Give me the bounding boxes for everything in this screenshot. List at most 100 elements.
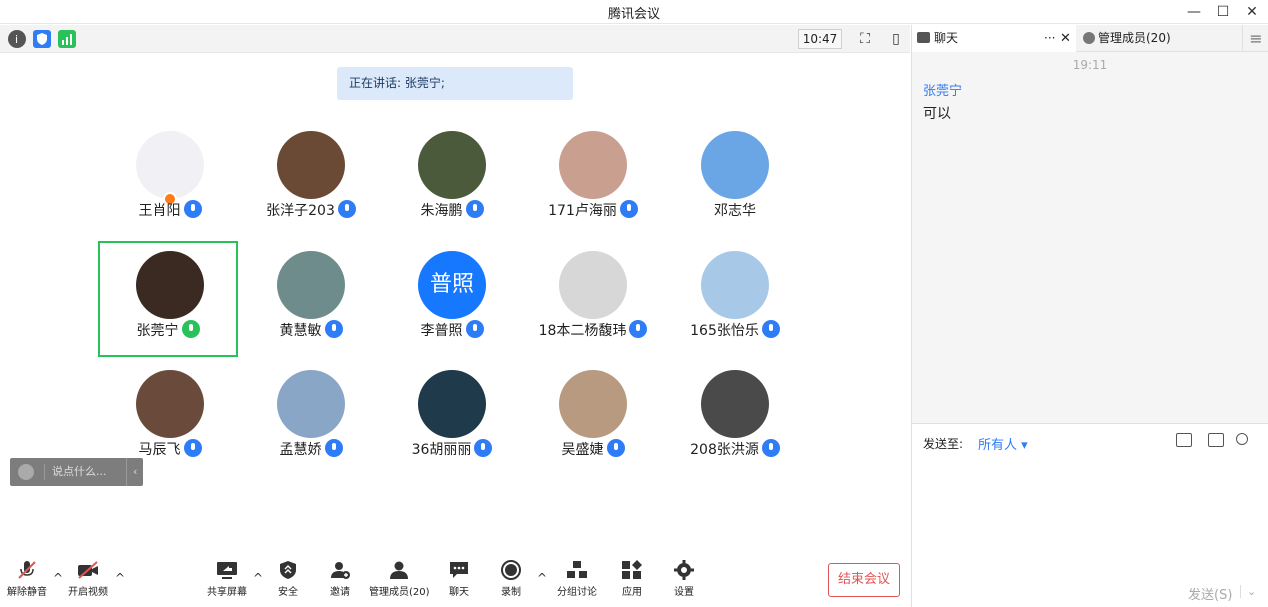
member-tab-icon <box>1083 32 1095 44</box>
folder-icon[interactable] <box>1176 433 1192 447</box>
message-time: 19:11 <box>1072 58 1108 72</box>
share-screen-icon <box>216 560 238 580</box>
divider <box>44 464 45 480</box>
avatar-text: 普照 <box>429 272 474 297</box>
participant-tile[interactable]: 18本二杨馥玮 <box>523 243 663 359</box>
settings-label: 设置 <box>674 587 694 598</box>
participant-tile[interactable]: 普照 李普照 <box>382 243 522 359</box>
avatar <box>277 251 345 319</box>
mention-user-icon[interactable] <box>1236 433 1248 445</box>
participant-tile[interactable]: 吴盛婕 <box>523 362 663 478</box>
avatar <box>559 370 627 438</box>
mic-icon <box>183 439 202 457</box>
send-button[interactable]: 发送(S) <box>1188 584 1232 603</box>
tab-chat[interactable]: 聊天 ··· ✕ <box>912 25 1076 52</box>
participant-name-line: 马辰飞 <box>100 439 240 459</box>
chat-button[interactable]: 聊天 <box>446 560 472 598</box>
avatar <box>277 370 345 438</box>
invite-button[interactable]: 邀请 <box>326 560 354 598</box>
send-options-chevron-icon[interactable]: ⌄ <box>1240 585 1256 598</box>
participant-name: 邓志华 <box>714 203 756 219</box>
video-options-chevron-icon[interactable]: ^ <box>115 571 125 585</box>
emoji-icon[interactable] <box>18 464 34 480</box>
participant-tile[interactable]: 黄慧敏 <box>241 243 381 359</box>
shield-icon[interactable] <box>33 30 51 48</box>
mic-options-chevron-icon[interactable]: ^ <box>53 571 63 585</box>
end-meeting-button[interactable]: 结束会议 <box>828 563 900 597</box>
participant-name: 朱海鹏 <box>420 203 463 219</box>
maximize-icon[interactable]: ☐ <box>1211 2 1235 22</box>
mic-icon <box>465 200 484 218</box>
mic-icon <box>619 200 638 218</box>
participant-name-line: 邓志华 <box>665 200 805 220</box>
apps-label: 应用 <box>622 587 642 598</box>
send-to-dropdown[interactable]: 所有人 ▾ <box>978 434 1028 453</box>
share-screen-button[interactable]: 共享屏幕 <box>205 560 249 598</box>
mic-icon <box>761 320 780 338</box>
participant-tile[interactable]: 36胡丽丽 <box>382 362 522 478</box>
apps-button[interactable]: 应用 <box>620 560 644 598</box>
mic-icon <box>337 200 356 218</box>
participant-name: 208张洪源 <box>690 442 759 458</box>
participant-tile[interactable]: 王肖阳 <box>100 123 240 239</box>
minimize-icon[interactable]: — <box>1182 2 1206 22</box>
avatar <box>559 251 627 319</box>
participant-tile[interactable]: 张莞宁 <box>98 241 238 357</box>
breakout-button[interactable]: 分组讨论 <box>556 560 598 598</box>
quick-chat-input[interactable]: 说点什么... <box>52 458 107 486</box>
start-video-button[interactable]: 开启视频 <box>67 560 109 598</box>
participant-name-line: 黄慧敏 <box>241 320 381 340</box>
record-button[interactable]: 录制 <box>498 560 524 598</box>
mic-icon <box>606 439 625 457</box>
message-sender[interactable]: 张莞宁 <box>923 80 962 99</box>
info-icon[interactable]: i <box>8 30 26 48</box>
participant-name-line: 张莞宁 <box>100 320 236 340</box>
close-icon[interactable]: ✕ <box>1240 2 1264 22</box>
quick-chat-bar[interactable]: 说点什么... ‹ <box>10 458 143 486</box>
settings-button[interactable]: 设置 <box>672 560 696 598</box>
participant-name-line: 朱海鹏 <box>382 200 522 220</box>
fullscreen-icon[interactable]: ⛶ <box>855 29 875 49</box>
breakout-icon <box>566 560 588 580</box>
participant-tile[interactable]: 208张洪源 <box>665 362 805 478</box>
video-label: 开启视频 <box>68 587 108 598</box>
layout-icon[interactable]: ▯ <box>886 29 906 49</box>
participant-tile[interactable]: 孟慧娇 <box>241 362 381 478</box>
signal-icon[interactable] <box>58 30 76 48</box>
participant-tile[interactable]: 张洋子203 <box>241 123 381 239</box>
close-chat-icon[interactable]: ✕ <box>1060 25 1071 52</box>
collapse-icon[interactable]: ‹ <box>126 458 137 486</box>
record-icon <box>500 560 522 580</box>
avatar <box>701 131 769 199</box>
mic-icon <box>183 200 202 218</box>
participant-tile[interactable]: 171卢海丽 <box>523 123 663 239</box>
participant-tile[interactable]: 邓志华 <box>665 123 805 239</box>
apps-icon <box>621 560 643 580</box>
avatar <box>701 370 769 438</box>
chat-bubble-icon <box>448 560 470 580</box>
participant-name: 孟慧娇 <box>279 442 322 458</box>
share-options-chevron-icon[interactable]: ^ <box>253 571 263 585</box>
mic-icon <box>324 320 343 338</box>
tab-members[interactable]: 管理成员(20) <box>1078 25 1238 52</box>
avatar <box>136 370 204 438</box>
more-icon[interactable]: ··· <box>1044 25 1055 52</box>
chat-input-area[interactable]: 发送至: 所有人 ▾ 发送(S) ⌄ <box>912 423 1268 607</box>
gear-icon <box>673 560 695 580</box>
participant-name: 165张怡乐 <box>690 323 759 339</box>
screenshot-icon[interactable] <box>1208 433 1224 447</box>
participant-name-line: 孟慧娇 <box>241 439 381 459</box>
avatar <box>136 251 204 319</box>
participant-tile[interactable]: 朱海鹏 <box>382 123 522 239</box>
manage-members-button[interactable]: 管理成员(20) <box>369 560 430 598</box>
participant-tile[interactable]: 165张怡乐 <box>665 243 805 359</box>
members-label: 管理成员(20) <box>369 587 430 598</box>
record-options-chevron-icon[interactable]: ^ <box>537 571 547 585</box>
invite-label: 邀请 <box>330 587 350 598</box>
avatar <box>136 131 204 199</box>
participant-name-line: 吴盛婕 <box>523 439 663 459</box>
unmute-button[interactable]: 解除静音 <box>6 560 48 598</box>
security-button[interactable]: 安全 <box>274 560 302 598</box>
mic-icon <box>324 439 343 457</box>
menu-icon[interactable]: ≡ <box>1242 25 1268 52</box>
